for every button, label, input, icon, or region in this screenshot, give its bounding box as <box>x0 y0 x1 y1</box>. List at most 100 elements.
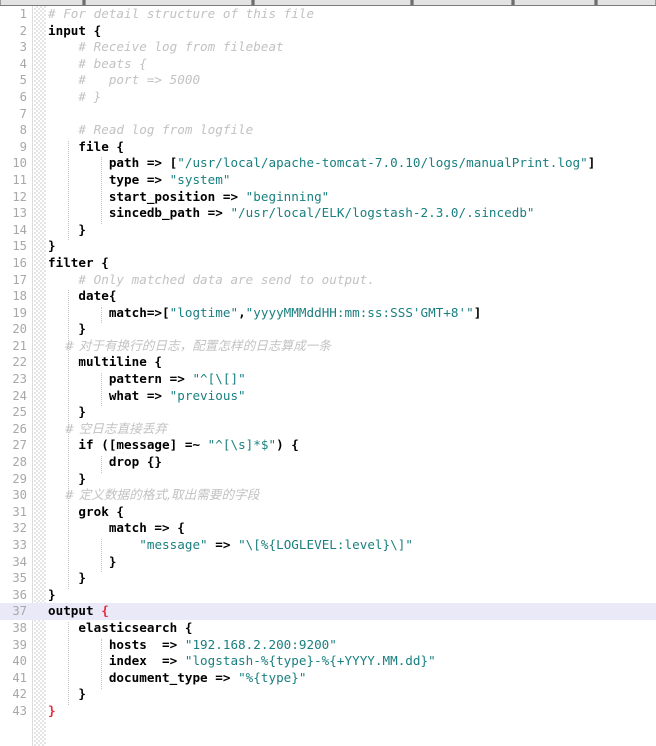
line-text[interactable]: # } <box>48 89 101 106</box>
code-line[interactable]: 4 # beats { <box>0 56 656 73</box>
line-number: 20 <box>12 322 27 337</box>
code-line[interactable]: 33 "message" => "\[%{LOGLEVEL:level}\]" <box>0 537 656 554</box>
line-text[interactable]: # Receive log from filebeat <box>48 39 284 56</box>
code-line[interactable]: 12 start_position => "beginning" <box>0 189 656 206</box>
line-text[interactable]: date{ <box>48 288 116 305</box>
line-text[interactable]: } <box>48 554 117 571</box>
line-text[interactable]: } <box>48 321 86 338</box>
code-line[interactable]: 26 # 空日志直接丢弃 <box>0 421 656 438</box>
line-text[interactable]: sincedb_path => "/usr/local/ELK/logstash… <box>48 205 535 222</box>
code-line[interactable]: 14 } <box>0 222 656 239</box>
token-kw: type => <box>48 171 170 187</box>
line-number: 13 <box>12 206 27 221</box>
code-line[interactable]: 27 if ([message] =~ "^[\s]*$") { <box>0 437 656 454</box>
line-text[interactable]: } <box>48 222 86 239</box>
code-lines[interactable]: 1 # For detail structure of this file 2 inp… <box>0 6 656 720</box>
line-text[interactable]: } <box>48 686 86 703</box>
code-line[interactable]: 21 # 对于有换行的日志，配置怎样的日志算成一条 <box>0 338 656 355</box>
token-kw: pattern => <box>48 371 193 387</box>
line-text[interactable]: output { <box>48 603 109 620</box>
code-line[interactable]: 17 # Only matched data are send to outpu… <box>0 272 656 289</box>
code-line[interactable]: 6 # } <box>0 89 656 106</box>
line-text[interactable]: # 定义数据的格式,取出需要的字段 <box>48 487 259 504</box>
line-text[interactable]: # Only matched data are send to output. <box>48 272 375 289</box>
line-text[interactable]: file { <box>48 139 124 156</box>
line-text[interactable]: document_type => "%{type}" <box>48 670 307 687</box>
token-str: "message" <box>139 537 208 552</box>
line-number: 14 <box>12 222 27 237</box>
code-line[interactable]: 35 } <box>0 570 656 587</box>
line-text[interactable]: # 空日志直接丢弃 <box>48 421 167 438</box>
line-text[interactable]: grok { <box>48 504 124 521</box>
code-line[interactable]: 24 what => "previous" <box>0 388 656 405</box>
line-text[interactable]: what => "previous" <box>48 388 246 405</box>
code-line[interactable]: 10 path => ["/usr/local/apache-tomcat-7.… <box>0 155 656 172</box>
code-line[interactable]: 15} <box>0 238 656 255</box>
code-line[interactable]: 39 hosts => "192.168.2.200:9200" <box>0 637 656 654</box>
line-text[interactable]: "message" => "\[%{LOGLEVEL:level}\]" <box>48 537 413 554</box>
line-text[interactable]: # Read log from logfile <box>48 122 253 139</box>
code-line[interactable]: 20 } <box>0 321 656 338</box>
line-text[interactable]: path => ["/usr/local/apache-tomcat-7.0.1… <box>48 155 596 172</box>
code-line[interactable]: 43} <box>0 703 656 720</box>
code-line[interactable]: 22 multiline { <box>0 354 656 371</box>
code-view[interactable]: 1 # For detail structure of this file 2 inp… <box>0 6 656 746</box>
code-line[interactable]: 42 } <box>0 686 656 703</box>
line-text[interactable]: # For detail structure of this file <box>48 6 314 23</box>
code-line[interactable]: 18 date{ <box>0 288 656 305</box>
line-text[interactable]: index => "logstash-%{type}-%{+YYYY.MM.dd… <box>48 653 436 670</box>
code-line[interactable]: 37 output { <box>0 603 656 620</box>
code-line[interactable]: 31 grok { <box>0 504 656 521</box>
line-text[interactable]: hosts => "192.168.2.200:9200" <box>48 637 337 654</box>
line-text[interactable]: } <box>48 471 86 488</box>
line-text[interactable]: if ([message] =~ "^[\s]*$") { <box>48 437 299 454</box>
code-line[interactable]: 8 # Read log from logfile <box>0 122 656 139</box>
code-line[interactable]: 13 sincedb_path => "/usr/local/ELK/logst… <box>0 205 656 222</box>
code-line[interactable]: 38 elasticsearch { <box>0 620 656 637</box>
code-line[interactable]: 1 # For detail structure of this file <box>0 6 656 23</box>
code-line[interactable]: 9 file { <box>0 139 656 156</box>
code-line[interactable]: 23 pattern => "^[\[]" <box>0 371 656 388</box>
token-kw: } <box>48 470 87 486</box>
line-text[interactable]: # 对于有换行的日志，配置怎样的日志算成一条 <box>48 338 331 355</box>
code-line[interactable]: 3 # Receive log from filebeat <box>0 39 656 56</box>
code-line[interactable]: 16 filter { <box>0 255 656 272</box>
token-kw: match=>[ <box>48 304 170 320</box>
code-line[interactable]: 41 document_type => "%{type}" <box>0 670 656 687</box>
token-cmt: # Only matched data are send to output. <box>48 271 375 287</box>
code-line[interactable]: 5 # port => 5000 <box>0 72 656 89</box>
line-text[interactable]: } <box>48 404 86 421</box>
line-text[interactable]: } <box>48 587 56 604</box>
code-line[interactable]: 11 type => "system" <box>0 172 656 189</box>
line-text[interactable]: input { <box>48 23 101 40</box>
line-text[interactable]: match => { <box>48 520 185 537</box>
line-text[interactable]: start_position => "beginning" <box>48 189 329 206</box>
code-line[interactable]: 30 # 定义数据的格式,取出需要的字段 <box>0 487 656 504</box>
line-number: 26 <box>12 421 27 436</box>
code-line[interactable]: 2 input { <box>0 23 656 40</box>
token-kw: multiline { <box>48 354 163 370</box>
line-text[interactable]: drop {} <box>48 454 162 471</box>
token-kw: hosts => <box>48 636 185 652</box>
line-text[interactable]: filter { <box>48 255 109 272</box>
line-text[interactable]: pattern => "^[\[]" <box>48 371 246 388</box>
line-number: 16 <box>12 255 27 270</box>
line-text[interactable]: type => "system" <box>48 171 231 189</box>
code-line[interactable]: 29 } <box>0 471 656 488</box>
line-text[interactable]: elasticsearch { <box>48 620 192 637</box>
code-line[interactable]: 40 index => "logstash-%{type}-%{+YYYY.MM… <box>0 653 656 670</box>
line-text[interactable]: # beats { <box>48 56 147 73</box>
code-line[interactable]: 25 } <box>0 404 656 421</box>
line-text[interactable]: match=>["logtime","yyyyMMMddHH:mm:ss:SSS… <box>48 304 482 322</box>
code-line[interactable]: 19 match=>["logtime","yyyyMMMddHH:mm:ss:… <box>0 305 656 322</box>
code-line[interactable]: 7 <box>0 106 656 123</box>
code-line[interactable]: 28 drop {} <box>0 454 656 471</box>
line-text[interactable]: } <box>48 570 86 587</box>
code-line[interactable]: 34 } <box>0 554 656 571</box>
code-line[interactable]: 36} <box>0 587 656 604</box>
line-text[interactable]: } <box>48 238 56 255</box>
line-text[interactable]: multiline { <box>48 354 162 371</box>
line-text[interactable]: } <box>48 703 56 720</box>
line-text[interactable]: # port => 5000 <box>48 72 200 89</box>
code-line[interactable]: 32 match => { <box>0 520 656 537</box>
